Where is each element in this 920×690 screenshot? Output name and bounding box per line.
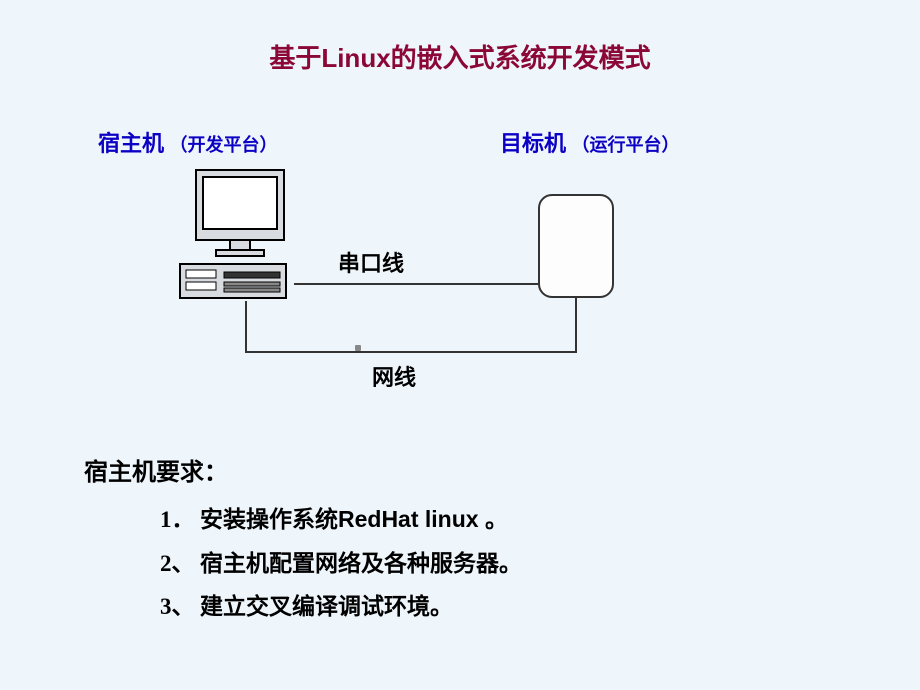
target-machine-label: 目标机 （运行平台） [500, 126, 680, 158]
diagram: 串口线 网线 [0, 168, 920, 398]
slide-title: 基于Linux的嵌入式系统开发模式 [0, 38, 920, 75]
item-text: 宿主机配置网络及各种服务器。 [200, 550, 522, 576]
requirements-list: 1．安装操作系统RedHat linux 。 2、宿主机配置网络及各种服务器。 … [160, 498, 522, 629]
serial-connection-line [294, 283, 538, 285]
host-name: 宿主机 [98, 131, 164, 156]
host-computer-icon [178, 168, 298, 313]
target-device-icon [538, 194, 614, 298]
list-item: 2、宿主机配置网络及各种服务器。 [160, 542, 522, 586]
item-number: 3、 [160, 585, 200, 629]
network-line-segment [575, 298, 577, 353]
list-item: 3、建立交叉编译调试环境。 [160, 585, 522, 629]
network-line-segment [245, 301, 247, 351]
list-item: 1．安装操作系统RedHat linux 。 [160, 498, 522, 542]
item-number: 1． [160, 498, 200, 542]
network-line-segment [245, 351, 575, 353]
target-subtitle: （运行平台） [572, 135, 680, 155]
host-machine-label: 宿主机 （开发平台） [98, 126, 278, 158]
serial-label: 串口线 [338, 246, 404, 278]
network-label: 网线 [372, 360, 416, 392]
center-marker [355, 345, 361, 351]
host-subtitle: （开发平台） [170, 135, 278, 155]
item-text: 建立交叉编译调试环境。 [200, 593, 453, 619]
item-text: 安装操作系统RedHat linux 。 [200, 506, 508, 532]
requirements-heading: 宿主机要求： [84, 452, 228, 487]
item-number: 2、 [160, 542, 200, 586]
target-name: 目标机 [500, 131, 566, 156]
